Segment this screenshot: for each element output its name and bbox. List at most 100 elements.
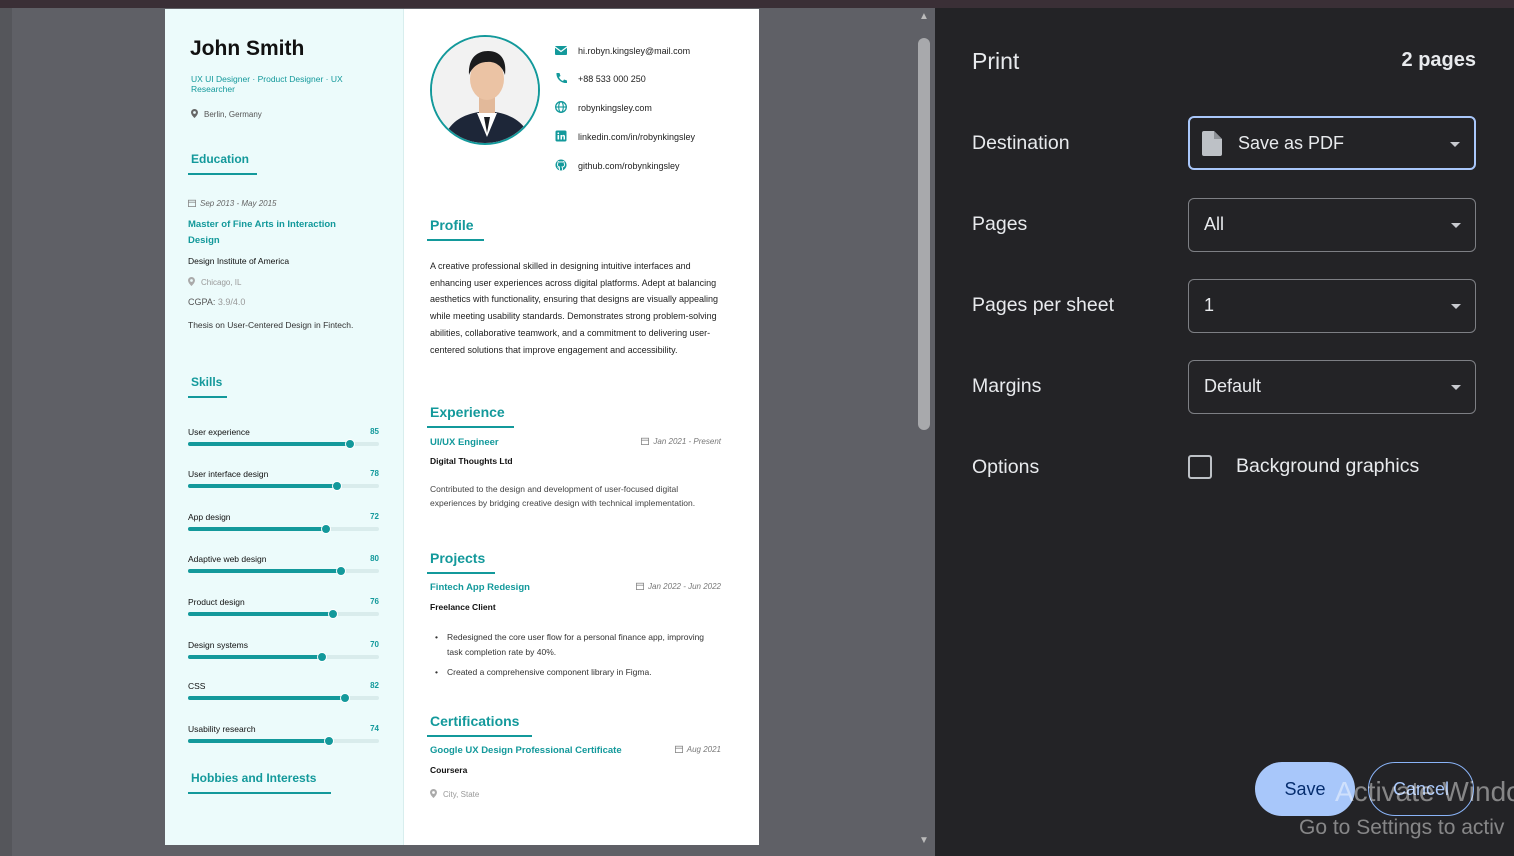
skill-level: 82 <box>370 681 379 690</box>
profile-text: A creative professional skilled in desig… <box>430 261 718 355</box>
github-icon <box>555 159 567 171</box>
education-institution: Design Institute of America <box>188 256 290 266</box>
contact-text: robynkingsley.com <box>578 103 652 113</box>
contact-item: linkedin.com/in/robynkingsley <box>555 130 695 142</box>
certification-title: Google UX Design Professional Certificat… <box>430 745 622 756</box>
skill-level: 70 <box>370 640 379 649</box>
experience-company: Digital Thoughts Ltd <box>430 456 513 466</box>
pages-label: Pages <box>972 213 1028 235</box>
destination-label: Destination <box>972 132 1070 154</box>
margins-value: Default <box>1204 376 1262 396</box>
contact-item: hi.robyn.kingsley@mail.com <box>555 44 690 56</box>
skill-item: App design 72 <box>188 512 379 538</box>
chevron-down-icon <box>1451 223 1461 228</box>
project-date-text: Jan 2022 - Jun 2022 <box>648 582 721 591</box>
experience-date: Jan 2021 - Present <box>641 437 721 446</box>
document-icon <box>1202 131 1222 156</box>
pages-per-sheet-select[interactable]: 1 <box>1188 279 1476 333</box>
background-graphics-label[interactable]: Background graphics <box>1236 455 1419 478</box>
left-edge-strip <box>0 8 12 856</box>
destination-value: Save as PDF <box>1238 133 1345 153</box>
scrollbar-thumb[interactable] <box>918 38 930 430</box>
project-bullet: Redesigned the core user flow for a pers… <box>435 630 715 660</box>
skill-label: CSS <box>188 681 206 691</box>
mail-icon <box>555 46 567 55</box>
hobbies-heading: Hobbies and Interests <box>191 771 317 785</box>
skill-bar-knob <box>316 652 327 662</box>
resume-roles: UX UI Designer · Product Designer · UX R… <box>191 74 343 94</box>
education-underline <box>188 173 257 175</box>
skill-bar-fill <box>188 484 337 488</box>
contact-item: robynkingsley.com <box>555 101 652 113</box>
scroll-up-arrow-icon[interactable]: ▲ <box>917 12 931 22</box>
globe-icon <box>555 101 567 113</box>
skill-bar-knob <box>331 481 342 491</box>
skill-bar-knob <box>320 524 331 534</box>
window-top-bar <box>0 0 1514 8</box>
skill-level: 76 <box>370 597 379 606</box>
location-pin-icon <box>191 109 198 118</box>
certification-date: Aug 2021 <box>674 745 721 754</box>
skill-item: Adaptive web design 80 <box>188 554 379 580</box>
skill-bar-knob <box>328 609 339 619</box>
skill-label: Product design <box>188 597 245 607</box>
print-settings-panel: Print 2 pages Destination Save as PDF Pa… <box>935 8 1514 856</box>
resume-name: John Smith <box>190 37 305 60</box>
education-city: Chicago, IL <box>188 277 241 287</box>
resume-location: Berlin, Germany <box>191 109 262 119</box>
portrait-image <box>432 37 538 143</box>
pages-per-sheet-label: Pages per sheet <box>972 294 1115 316</box>
project-bullet: Created a comprehensive component librar… <box>435 665 715 680</box>
location-pin-icon <box>430 789 437 798</box>
experience-title: UI/UX Engineer <box>430 437 499 448</box>
page-count: 2 pages <box>1401 49 1476 71</box>
education-gpa: CGPA: 3.9/4.0 <box>188 297 245 307</box>
skill-label: Usability research <box>188 724 256 734</box>
location-text: Berlin, Germany <box>204 110 262 119</box>
resume-page: John Smith UX UI Designer · Product Desi… <box>165 9 759 845</box>
education-degree: Master of Fine Arts in Interaction Desig… <box>188 219 336 246</box>
calendar-icon <box>636 582 645 590</box>
calendar-icon <box>641 437 650 445</box>
project-date: Jan 2022 - Jun 2022 <box>636 582 721 591</box>
linkedin-icon <box>555 130 567 142</box>
skill-item: Product design 76 <box>188 597 379 623</box>
options-label: Options <box>972 456 1040 478</box>
scroll-down-arrow-icon[interactable]: ▼ <box>917 836 931 846</box>
background-graphics-checkbox[interactable] <box>1188 455 1212 479</box>
skill-bar-track <box>188 652 379 662</box>
contact-item: github.com/robynkingsley <box>555 159 680 171</box>
phone-icon <box>556 73 567 84</box>
skill-item: User interface design 78 <box>188 469 379 495</box>
gpa-label: CGPA: <box>188 297 218 307</box>
pages-select[interactable]: All <box>1188 198 1476 252</box>
hobbies-underline <box>188 792 331 794</box>
contact-text: hi.robyn.kingsley@mail.com <box>578 46 691 56</box>
margins-select[interactable]: Default <box>1188 360 1476 414</box>
activation-watermark: Activate Window <box>1335 776 1514 807</box>
skill-bar-knob <box>339 693 350 703</box>
destination-select[interactable]: Save as PDF <box>1188 116 1476 170</box>
skill-bar-fill <box>188 442 351 446</box>
contact-text: +88 533 000 250 <box>578 74 646 84</box>
certification-location: City, State <box>430 789 479 799</box>
chevron-down-icon <box>1451 304 1461 309</box>
skill-label: User experience <box>188 427 250 437</box>
skill-bar-fill <box>188 696 345 700</box>
education-date-text: Sep 2013 - May 2015 <box>200 199 277 208</box>
gpa-value: 3.9/4.0 <box>217 297 246 307</box>
calendar-icon <box>188 199 196 207</box>
location-pin-icon <box>188 277 195 286</box>
skill-bar-fill <box>188 739 330 743</box>
skill-bar-track <box>188 736 379 746</box>
skill-item: Design systems 70 <box>188 640 379 666</box>
skill-bar-knob <box>335 566 346 576</box>
skill-bar-track <box>188 481 379 491</box>
skill-level: 85 <box>370 427 379 436</box>
experience-underline <box>427 426 514 428</box>
skill-item: Usability research 74 <box>188 724 379 750</box>
projects-heading: Projects <box>430 550 486 566</box>
skill-label: Design systems <box>188 640 248 650</box>
skills-heading: Skills <box>191 375 223 389</box>
project-client: Freelance Client <box>430 602 496 612</box>
